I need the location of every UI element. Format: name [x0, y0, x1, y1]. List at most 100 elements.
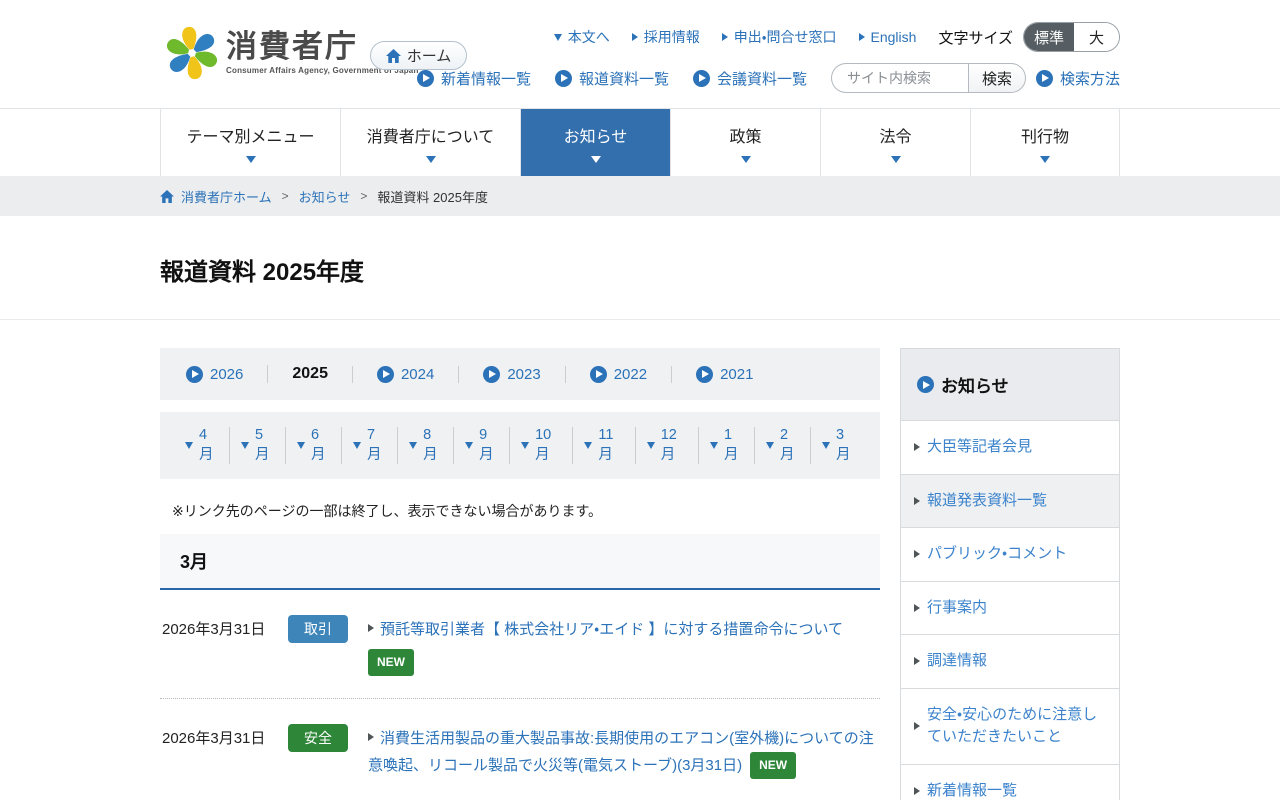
- nav-publications[interactable]: 刊行物: [970, 109, 1120, 176]
- arrow-right-icon: [914, 497, 920, 505]
- month-7-link[interactable]: 7月: [353, 427, 386, 464]
- month-section-header: 3月: [160, 534, 880, 590]
- chevron-down-icon: [353, 442, 361, 449]
- arrow-right-icon: [914, 657, 920, 665]
- new-badge: NEW: [750, 752, 796, 779]
- category-badge: 取引: [288, 615, 348, 643]
- year-2024-link[interactable]: 2024: [377, 366, 434, 383]
- site-header: 消費者庁 Consumer Affairs Agency, Government…: [0, 0, 1280, 108]
- meeting-materials-list-link[interactable]: 会議資料一覧: [693, 68, 807, 89]
- font-size-label: 文字サイズ: [938, 27, 1013, 48]
- month-12-link[interactable]: 12月: [647, 427, 687, 464]
- year-2021-link[interactable]: 2021: [696, 366, 753, 383]
- year-2023-link[interactable]: 2023: [483, 366, 540, 383]
- month-11-link[interactable]: 11月: [584, 427, 623, 464]
- year-2026-link[interactable]: 2026: [186, 366, 243, 383]
- month-10-link[interactable]: 10月: [521, 427, 561, 464]
- nav-news[interactable]: お知らせ: [520, 109, 670, 176]
- arrow-right-icon: [914, 787, 920, 795]
- new-info-list-link[interactable]: 新着情報一覧: [417, 68, 531, 89]
- arrow-right-icon: [914, 722, 920, 730]
- circle-play-icon: [696, 366, 713, 383]
- circle-play-icon: [917, 376, 934, 393]
- chevron-down-icon: [822, 442, 830, 449]
- chevron-down-icon: [297, 442, 305, 449]
- skip-to-content-link[interactable]: 本文へ: [554, 27, 610, 47]
- chevron-down-icon: [241, 442, 249, 449]
- year-2022-link[interactable]: 2022: [590, 366, 647, 383]
- nav-policy[interactable]: 政策: [670, 109, 820, 176]
- arrow-right-icon: [368, 624, 374, 632]
- month-3-link[interactable]: 3月: [822, 427, 855, 464]
- breadcrumb-home-link[interactable]: 消費者庁ホーム: [181, 187, 272, 206]
- nav-about-agency[interactable]: 消費者庁について: [340, 109, 520, 176]
- chevron-down-icon: [426, 156, 436, 163]
- sidebar-item-events[interactable]: 行事案内: [901, 581, 1119, 635]
- pinwheel-logo-icon: [166, 26, 218, 80]
- month-9-link[interactable]: 9月: [465, 427, 498, 464]
- circle-play-icon: [186, 366, 203, 383]
- news-list: 2026年3月31日 取引 預託等取引業者【 株式会社リア・エイド 】に対する措…: [160, 590, 880, 800]
- arrow-right-icon: [914, 604, 920, 612]
- news-link[interactable]: 預託等取引業者【 株式会社リア・エイド 】に対する措置命令について: [380, 621, 843, 638]
- chevron-down-icon: [409, 442, 417, 449]
- arrow-right-icon: [368, 733, 374, 741]
- news-link[interactable]: 消費生活用製品の重大製品事故:長期使用のエアコン(室外機)についての注意喚起、リ…: [368, 730, 874, 774]
- circle-play-icon: [417, 70, 434, 87]
- arrow-right-icon: [722, 33, 728, 41]
- sidebar-title: お知らせ: [941, 372, 1009, 397]
- breadcrumb-current: 報道資料 2025年度: [377, 187, 488, 206]
- news-date: 2026年3月31日: [162, 615, 278, 639]
- arrow-right-icon: [914, 443, 920, 451]
- month-8-link[interactable]: 8月: [409, 427, 442, 464]
- news-row: 2026年3月31日 取引 預託等取引業者【 株式会社リア・エイド 】に対する措…: [160, 590, 880, 699]
- sidebar-item-press-release-list[interactable]: 報道発表資料一覧: [901, 474, 1119, 528]
- nav-laws[interactable]: 法令: [820, 109, 970, 176]
- arrow-right-icon: [914, 550, 920, 558]
- circle-play-icon: [377, 366, 394, 383]
- main-column: 2026 2025 2024 2023 2022 2021 4月 5月 6月 7…: [160, 348, 880, 800]
- month-5-link[interactable]: 5月: [241, 427, 274, 464]
- year-current: 2025: [292, 365, 328, 383]
- month-2-link[interactable]: 2月: [766, 427, 799, 464]
- arrow-right-icon: [632, 33, 638, 41]
- press-release-list-link[interactable]: 報道資料一覧: [555, 68, 669, 89]
- nav-theme-menu[interactable]: テーマ別メニュー: [160, 109, 340, 176]
- circle-play-icon: [590, 366, 607, 383]
- home-icon: [160, 190, 174, 203]
- month-6-link[interactable]: 6月: [297, 427, 330, 464]
- sidebar-header: お知らせ: [901, 349, 1119, 420]
- sidebar-item-public-comment[interactable]: パブリック・コメント: [901, 527, 1119, 581]
- sidebar-item-new-info-list[interactable]: 新着情報一覧: [901, 764, 1119, 800]
- font-size-large-button[interactable]: 大: [1074, 23, 1119, 51]
- chevron-down-icon: [891, 156, 901, 163]
- search-input[interactable]: [831, 63, 968, 93]
- breadcrumb-separator: >: [360, 189, 367, 203]
- font-size-standard-button[interactable]: 標準: [1024, 23, 1074, 51]
- search-button[interactable]: 検索: [968, 63, 1026, 93]
- recruit-link[interactable]: 採用情報: [632, 27, 700, 47]
- month-1-link[interactable]: 1月: [710, 427, 743, 464]
- breadcrumb: 消費者庁ホーム > お知らせ > 報道資料 2025年度: [0, 176, 1280, 216]
- content-area: 2026 2025 2024 2023 2022 2021 4月 5月 6月 7…: [160, 348, 1120, 800]
- sidebar-item-minister-press-conference[interactable]: 大臣等記者会見: [901, 420, 1119, 474]
- chevron-down-icon: [591, 156, 601, 163]
- sidebar-item-safety-cautions[interactable]: 安全・安心のために注意していただきたいこと: [901, 688, 1119, 764]
- month-anchors: 4月 5月 6月 7月 8月 9月 10月 11月 12月 1月 2月 3月: [160, 412, 880, 479]
- chevron-down-icon: [1040, 156, 1050, 163]
- english-link[interactable]: English: [859, 29, 917, 45]
- home-icon: [386, 49, 401, 63]
- month-section-title: 3月: [180, 552, 208, 572]
- news-date: 2026年3月31日: [162, 724, 278, 748]
- chevron-down-icon: [584, 442, 592, 449]
- chevron-down-icon: [554, 34, 562, 41]
- inquiry-link[interactable]: 申出・問合せ窓口: [722, 27, 837, 47]
- news-row: 2026年3月31日 安全 消費生活用製品の重大製品事故:長期使用のエアコン(室…: [160, 699, 880, 800]
- page-title: 報道資料 2025年度: [160, 252, 1280, 287]
- chevron-down-icon: [521, 442, 529, 449]
- breadcrumb-news-link[interactable]: お知らせ: [299, 187, 351, 206]
- month-4-link[interactable]: 4月: [185, 427, 218, 464]
- sidebar-item-procurement[interactable]: 調達情報: [901, 634, 1119, 688]
- chevron-down-icon: [741, 156, 751, 163]
- search-help-link[interactable]: 検索方法: [1036, 68, 1120, 89]
